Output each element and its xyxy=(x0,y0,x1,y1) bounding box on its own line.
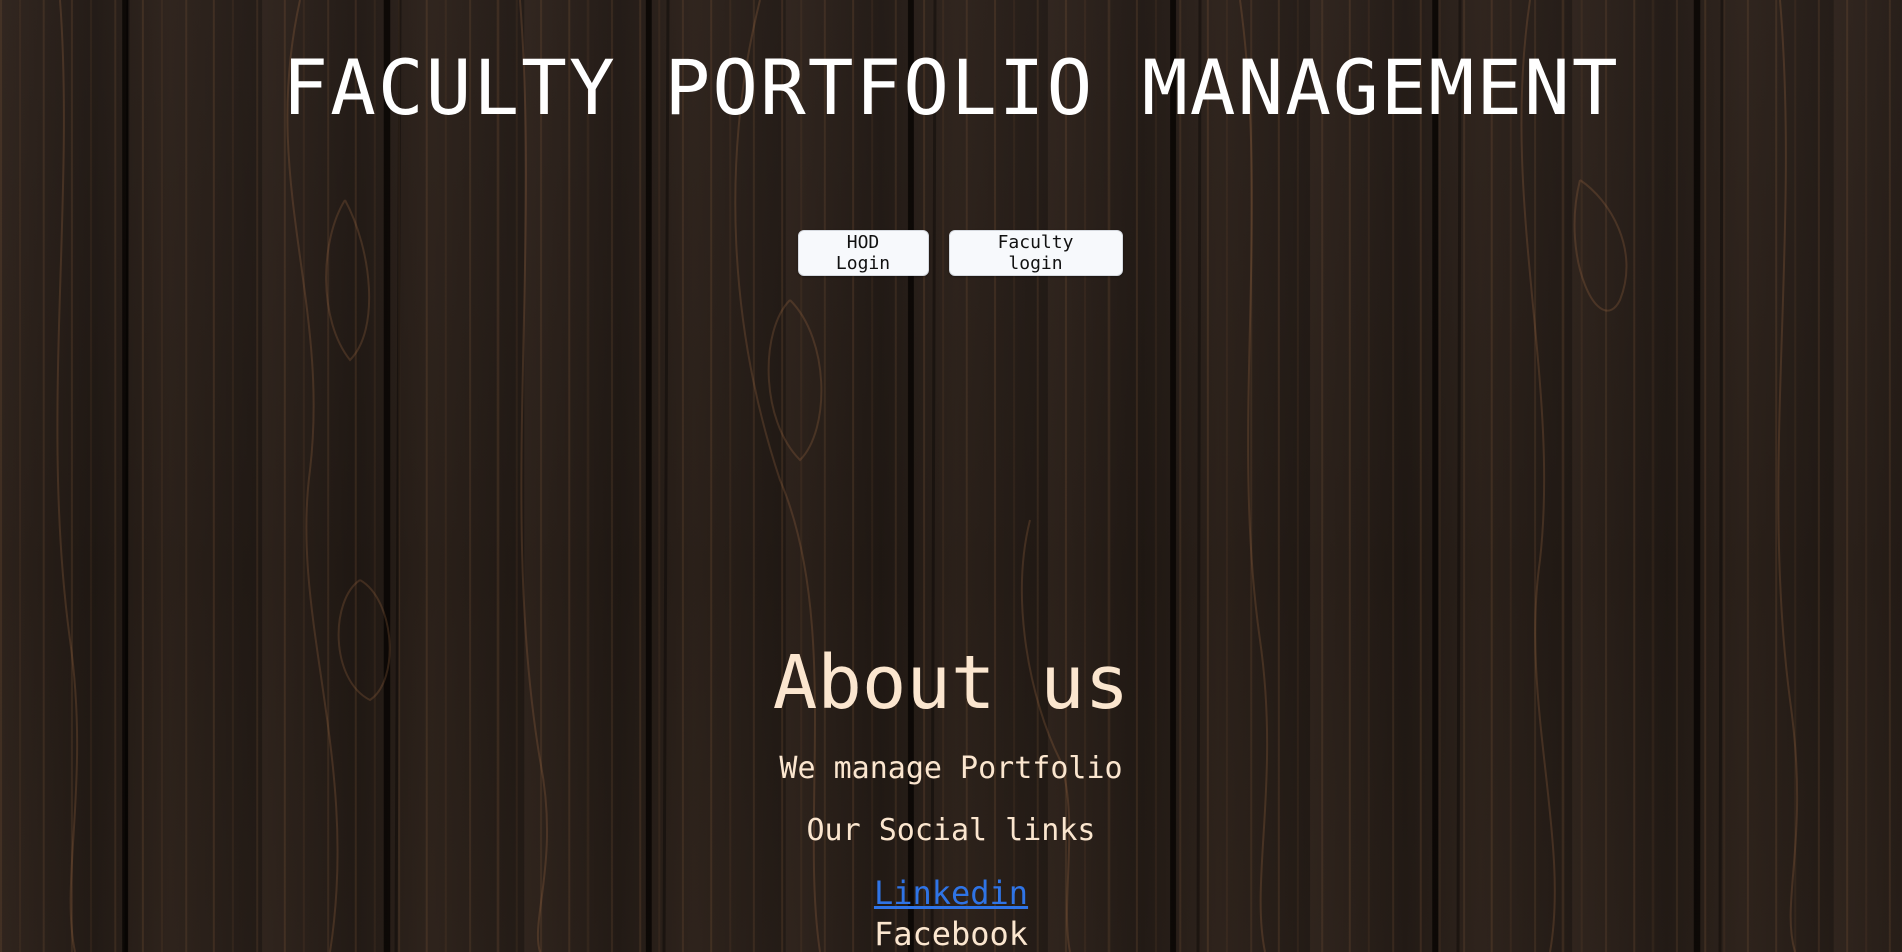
social-links-heading: Our Social links xyxy=(806,813,1096,848)
linkedin-link[interactable]: Linkedin xyxy=(0,873,1902,913)
about-description: We manage Portfolio xyxy=(779,751,1123,786)
faculty-login-button[interactable]: Faculty login xyxy=(948,230,1123,276)
about-heading: About us xyxy=(772,640,1130,726)
login-nav: HOD Login Faculty login xyxy=(0,230,1902,276)
page-title: FACULTY PORTFOLIO MANAGEMENT xyxy=(282,43,1620,132)
landing-page: FACULTY PORTFOLIO MANAGEMENT HOD Login F… xyxy=(0,0,1902,952)
facebook-link[interactable]: Facebook xyxy=(0,914,1902,952)
hod-login-button[interactable]: HOD Login xyxy=(797,230,929,276)
